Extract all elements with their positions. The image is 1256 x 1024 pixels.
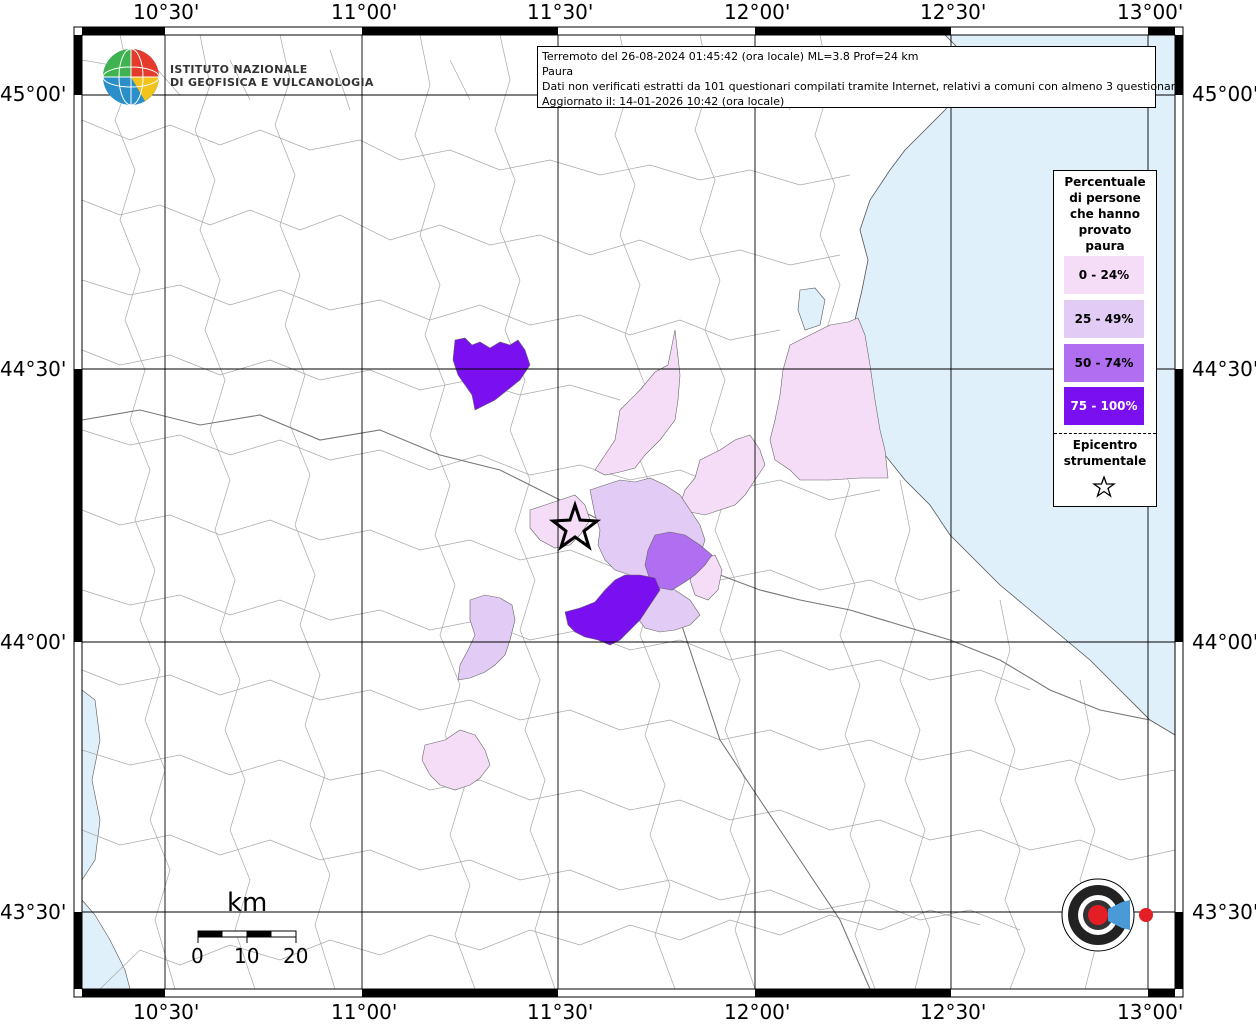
legend-epicenter-line: strumentale [1063, 454, 1147, 468]
lon-label-top-6: 13°00' [1117, 0, 1184, 24]
lon-label-top-3: 11°30' [527, 0, 594, 24]
legend-title-line: che hanno [1070, 207, 1140, 221]
scale-tick-0: 0 [191, 944, 204, 968]
lon-label-top-1: 10°30' [133, 0, 200, 24]
legend-title-line: provato [1078, 223, 1132, 237]
lat-label-left-1: 45°00' [0, 82, 67, 106]
ingv-logo-icon [102, 48, 160, 106]
lat-label-right-1: 45°00' [1192, 82, 1256, 106]
legend: Percentuale di persone che hanno provato… [1053, 170, 1157, 507]
lon-label-bottom-2: 11°00' [331, 1000, 398, 1024]
lat-label-right-4: 43°30' [1192, 900, 1256, 924]
lat-label-left-2: 44°30' [0, 357, 67, 381]
lon-label-bottom-5: 12°30' [920, 1000, 987, 1024]
scale-unit: km [227, 888, 268, 918]
event-data-note: Dati non verificati estratti da 101 ques… [542, 80, 1182, 93]
lat-label-left-3: 44°00' [0, 630, 67, 654]
lon-label-top-2: 11°00' [331, 0, 398, 24]
event-title: Terremoto del 26-08-2024 01:45:42 (ora l… [542, 50, 919, 63]
ingv-institute-name: ISTITUTO NAZIONALE DI GEOFISICA E VULCAN… [170, 63, 374, 89]
lon-label-bottom-4: 12°00' [724, 1000, 791, 1024]
lon-label-top-4: 12°00' [724, 0, 791, 24]
ingv-line-2: DI GEOFISICA E VULCANOLOGIA [170, 76, 374, 89]
event-info-box: Terremoto del 26-08-2024 01:45:42 (ora l… [537, 46, 1182, 108]
ingv-line-1: ISTITUTO NAZIONALE [170, 63, 308, 76]
legend-divider [1054, 433, 1156, 434]
legend-class-0-24: 0 - 24% [1064, 256, 1144, 294]
legend-star-icon [1092, 475, 1116, 498]
lon-label-bottom-3: 11°30' [527, 1000, 594, 1024]
map-canvas [73, 26, 1184, 998]
legend-title-line: paura [1085, 239, 1125, 253]
lat-label-right-2: 44°30' [1192, 357, 1256, 381]
event-parameter: Paura [542, 65, 574, 78]
legend-class-75-100: 75 - 100% [1064, 387, 1144, 425]
event-updated: Aggiornato il: 14-01-2026 10:42 (ora loc… [542, 95, 785, 108]
legend-title: Percentuale di persone che hanno provato… [1054, 174, 1156, 254]
scale-tick-20: 20 [283, 944, 309, 968]
lat-label-left-4: 43°30' [0, 900, 67, 924]
legend-epicenter-line: Epicentro [1072, 438, 1138, 452]
legend-epicenter-title: Epicentro strumentale [1054, 437, 1156, 469]
legend-class-50-74: 50 - 74% [1064, 344, 1144, 382]
lon-label-bottom-6: 13°00' [1117, 1000, 1184, 1024]
legend-class-25-49: 25 - 49% [1064, 300, 1144, 338]
legend-title-line: Percentuale [1064, 175, 1146, 189]
legend-title-line: di persone [1069, 191, 1141, 205]
lon-label-top-5: 12°30' [920, 0, 987, 24]
lat-label-right-3: 44°00' [1192, 630, 1256, 654]
lon-label-bottom-1: 10°30' [133, 1000, 200, 1024]
scale-tick-10: 10 [234, 944, 260, 968]
